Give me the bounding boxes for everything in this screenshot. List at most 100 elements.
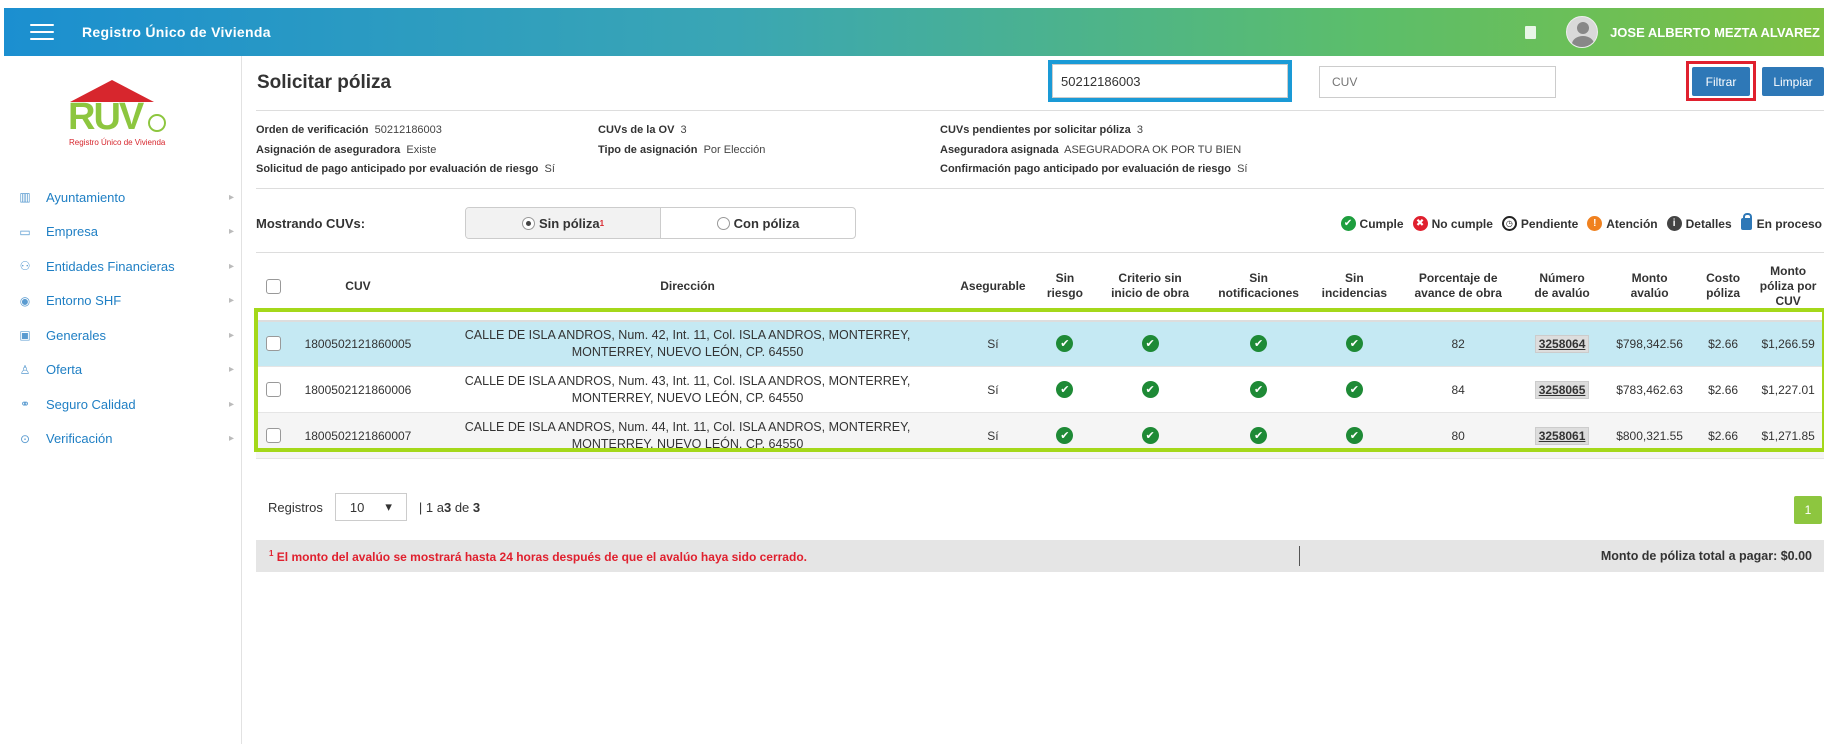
avaluo-link[interactable]: 3258064 xyxy=(1534,334,1590,353)
header-line: inicio de obra xyxy=(1111,286,1190,301)
cell-criterio: ✔ xyxy=(1094,320,1207,367)
menu-icon[interactable] xyxy=(30,24,54,40)
sidebar-item-entidades-financieras[interactable]: ⚇ Entidades Financieras ▸ xyxy=(0,249,242,284)
avatar[interactable] xyxy=(1566,16,1599,48)
info-value: Existe xyxy=(406,144,437,156)
check-icon: ✔ xyxy=(1056,381,1074,398)
cell-avaluo: 3258065 xyxy=(1518,366,1606,413)
option-sin-poliza[interactable]: Sin póliza 1 xyxy=(466,208,660,238)
clear-button[interactable]: Limpiar xyxy=(1762,67,1824,96)
option-con-poliza[interactable]: Con póliza xyxy=(660,208,855,238)
chevron-right-icon: ▸ xyxy=(228,295,234,307)
row-select-cell xyxy=(256,320,291,367)
col-cuv[interactable]: CUV xyxy=(291,252,425,322)
cell-asegurable: Sí xyxy=(950,412,1036,459)
header-line: avance de obra xyxy=(1414,286,1502,301)
radio-selected-icon xyxy=(521,216,535,230)
col-numero-avaluo[interactable]: Número de avalúo xyxy=(1518,252,1606,322)
sidebar-item-label: Entorno SHF xyxy=(46,293,122,309)
sidebar-item-verificacion[interactable]: ⊙ Verificación ▸ xyxy=(0,422,242,457)
info-cuvs-ov: CUVs de la OV 3 xyxy=(598,124,687,136)
sidebar: RUV Registro Único de Vivienda ▥ Ayuntam… xyxy=(0,56,242,744)
col-porcentaje-avance[interactable]: Porcentaje de avance de obra xyxy=(1397,252,1519,322)
top-bar: Registro Único de Vivienda JOSE ALBERTO … xyxy=(4,8,1824,56)
row-select-cell xyxy=(256,412,291,459)
select-all-cell xyxy=(256,252,291,322)
sidebar-item-empresa[interactable]: ▭ Empresa ▸ xyxy=(0,215,242,250)
info-value: Por Elección xyxy=(703,144,766,156)
cell-sin-riesgo: ✔ xyxy=(1035,320,1095,367)
check-icon: ✔ xyxy=(1141,381,1159,398)
table-row[interactable]: 1800502121860005 CALLE DE ISLA ANDROS, N… xyxy=(256,320,1824,367)
sidebar-item-seguro-calidad[interactable]: ⚭ Seguro Calidad ▸ xyxy=(0,387,242,422)
row-checkbox[interactable] xyxy=(266,336,281,352)
document-icon[interactable] xyxy=(1525,25,1537,39)
sidebar-item-label: Generales xyxy=(46,327,106,343)
chevron-right-icon: ▸ xyxy=(228,226,234,238)
col-sin-riesgo[interactable]: Sin riesgo xyxy=(1035,252,1095,322)
address-line: MONTERREY, NUEVO LEÓN, CP. 64550 xyxy=(571,390,804,405)
warning-icon: ! xyxy=(1587,216,1603,231)
clock-icon: ◷ xyxy=(1501,216,1517,231)
header-line: Monto xyxy=(1631,271,1668,286)
cell-notificaciones: ✔ xyxy=(1206,412,1312,459)
info-pendientes: CUVs pendientes por solicitar póliza 3 xyxy=(940,124,1143,136)
map-icon: ▥ xyxy=(19,190,31,205)
row-checkbox[interactable] xyxy=(266,382,281,398)
sidebar-nav: ▥ Ayuntamiento ▸ ▭ Empresa ▸ ⚇ Entidades… xyxy=(0,180,242,456)
header-line: Criterio sin xyxy=(1118,271,1182,286)
verification-order-input[interactable] xyxy=(1052,64,1288,98)
col-monto-avaluo[interactable]: Monto avalúo xyxy=(1605,252,1694,322)
filter-button[interactable]: Filtrar xyxy=(1692,67,1750,96)
cell-costo: $2.66 xyxy=(1693,366,1753,413)
info-label: Orden de verificación xyxy=(256,124,369,136)
col-sin-notificaciones[interactable]: Sin notificaciones xyxy=(1206,252,1312,322)
header-line: avalúo xyxy=(1630,286,1669,301)
header-line: póliza por xyxy=(1759,278,1817,293)
header-line: Sin xyxy=(1344,271,1364,286)
page-button-1[interactable]: 1 xyxy=(1794,496,1822,524)
records-control: Registros 10 ▾ | 1 a 3 de 3 xyxy=(268,493,480,521)
cell-asegurable: Sí xyxy=(950,366,1036,413)
col-criterio[interactable]: Criterio sin inicio de obra xyxy=(1094,252,1207,322)
info-tipo-asignacion: Tipo de asignación Por Elección xyxy=(598,144,765,156)
status-legend: ✔ Cumple ✖ No cumple ◷ Pendiente ! Atención … xyxy=(1332,212,1822,231)
cell-asegurable: Sí xyxy=(950,320,1036,367)
select-all-checkbox[interactable] xyxy=(266,278,281,294)
legend-label: Detalles xyxy=(1685,216,1732,231)
chevron-right-icon: ▸ xyxy=(228,398,234,410)
col-sin-incidencias[interactable]: Sin incidencias xyxy=(1311,252,1398,322)
sidebar-item-ayuntamiento[interactable]: ▥ Ayuntamiento ▸ xyxy=(0,180,242,215)
col-asegurable[interactable]: Asegurable xyxy=(950,252,1036,322)
header-line: Costo xyxy=(1706,271,1741,286)
cell-monto-poliza: $1,266.59 xyxy=(1752,320,1824,367)
info-asignacion: Asignación de aseguradora Existe xyxy=(256,144,436,156)
search-highlight xyxy=(1048,60,1292,102)
main-content: Solicitar póliza Filtrar Limpiar Orden d… xyxy=(254,56,1824,744)
col-costo-poliza[interactable]: Costo póliza xyxy=(1693,252,1753,322)
chevron-right-icon: ▸ xyxy=(228,260,234,272)
page-size-select[interactable]: 10 ▾ xyxy=(334,493,407,521)
cell-monto-avaluo: $798,342.56 xyxy=(1605,320,1694,367)
sidebar-item-generales[interactable]: ▣ Generales ▸ xyxy=(0,318,242,353)
sidebar-item-oferta[interactable]: ♙ Oferta ▸ xyxy=(0,353,242,388)
sidebar-item-entorno-shf[interactable]: ◉ Entorno SHF ▸ xyxy=(0,284,242,319)
cell-cuv: 1800502121860005 xyxy=(291,320,425,367)
col-direccion[interactable]: Dirección xyxy=(424,252,951,322)
cell-avance: 80 xyxy=(1397,412,1519,459)
row-checkbox[interactable] xyxy=(266,428,281,444)
user-name[interactable]: JOSE ALBERTO MEZTA ALVAREZ xyxy=(1610,25,1820,40)
legend-atencion: ! Atención xyxy=(1587,216,1658,231)
table-row[interactable]: 1800502121860007 CALLE DE ISLA ANDROS, N… xyxy=(256,412,1824,459)
legend-label: Atención xyxy=(1606,216,1658,231)
avaluo-link[interactable]: 3258065 xyxy=(1534,380,1590,399)
info-orden: Orden de verificación 50212186003 xyxy=(256,124,442,136)
cell-incidencias: ✔ xyxy=(1311,412,1398,459)
legend-label: No cumple xyxy=(1431,216,1493,231)
caret-down-icon: ▾ xyxy=(385,499,392,514)
col-monto-poliza-cuv[interactable]: Monto póliza por CUV xyxy=(1752,252,1824,322)
avaluo-link[interactable]: 3258061 xyxy=(1534,426,1590,445)
table-row[interactable]: 1800502121860006 CALLE DE ISLA ANDROS, N… xyxy=(256,366,1824,413)
cuv-input[interactable] xyxy=(1319,66,1556,98)
info-label: Tipo de asignación xyxy=(598,144,698,156)
